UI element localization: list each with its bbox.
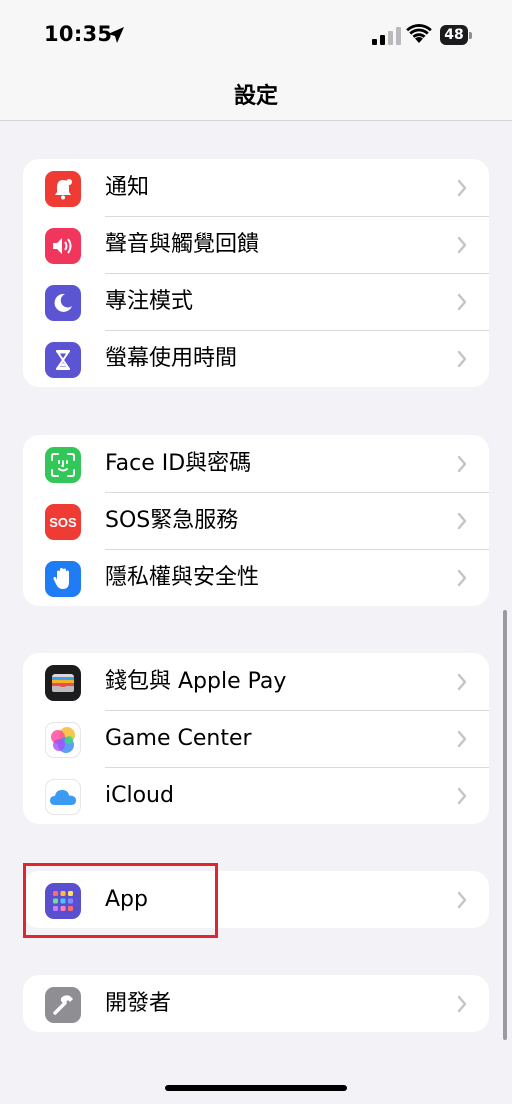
battery-level: 48: [440, 25, 468, 45]
row-label: 聲音與觸覺回饋: [105, 232, 260, 257]
hourglass-icon: [45, 342, 81, 378]
settings-row-sounds-haptics[interactable]: 聲音與觸覺回饋: [23, 216, 489, 273]
location-arrow-icon: [108, 27, 124, 43]
row-label: 專注模式: [105, 289, 194, 314]
settings-row-screen-time[interactable]: 螢幕使用時間: [23, 330, 489, 387]
chevron-right-icon: [457, 293, 467, 311]
settings-row-wallet[interactable]: 錢包與 Apple Pay: [23, 653, 489, 710]
home-indicator[interactable]: [165, 1085, 347, 1091]
chevron-right-icon: [457, 673, 467, 691]
settings-group-notifications: 通知 聲音與觸覺回饋 專注模式 螢幕使用時間: [23, 159, 489, 387]
row-label: 隱私權與安全性: [105, 565, 260, 590]
settings-row-apps[interactable]: App: [23, 871, 489, 928]
row-label: iCloud: [105, 783, 174, 808]
nav-bar: 設定: [0, 70, 512, 121]
cellular-signal-icon: [372, 27, 401, 45]
settings-row-notifications[interactable]: 通知: [23, 159, 489, 216]
settings-row-game-center[interactable]: Game Center: [23, 710, 489, 767]
wifi-icon: [406, 24, 432, 43]
icloud-icon: [45, 779, 81, 815]
speaker-icon: [45, 228, 81, 264]
settings-row-icloud[interactable]: iCloud: [23, 767, 489, 824]
row-label: SOS緊急服務: [105, 508, 239, 533]
chevron-right-icon: [457, 569, 467, 587]
chevron-right-icon: [457, 891, 467, 909]
row-label: 錢包與 Apple Pay: [105, 669, 287, 694]
chevron-right-icon: [457, 730, 467, 748]
status-bar: 10:35 48: [0, 0, 512, 70]
moon-icon: [45, 285, 81, 321]
sos-icon: SOS: [45, 504, 81, 540]
row-label: App: [105, 887, 148, 912]
settings-group-developer: 開發者: [23, 975, 489, 1032]
chevron-right-icon: [457, 455, 467, 473]
chevron-right-icon: [457, 350, 467, 368]
row-label: Face ID與密碼: [105, 451, 252, 476]
row-label: Game Center: [105, 726, 252, 751]
hammer-icon: [45, 987, 81, 1023]
chevron-right-icon: [457, 512, 467, 530]
settings-row-focus[interactable]: 專注模式: [23, 273, 489, 330]
face-id-icon: [45, 447, 81, 483]
row-label: 通知: [105, 175, 150, 200]
chevron-right-icon: [457, 179, 467, 197]
chevron-right-icon: [457, 995, 467, 1013]
chevron-right-icon: [457, 787, 467, 805]
status-time: 10:35: [44, 22, 113, 46]
settings-row-emergency-sos[interactable]: SOS SOS緊急服務: [23, 492, 489, 549]
bell-icon: [45, 171, 81, 207]
settings-group-apps: App: [23, 871, 489, 928]
chevron-right-icon: [457, 236, 467, 254]
apps-grid-icon: [45, 883, 81, 919]
wallet-icon: [45, 665, 81, 701]
page-title: 設定: [233, 84, 278, 109]
row-label: 開發者: [105, 991, 172, 1016]
row-label: 螢幕使用時間: [105, 346, 238, 371]
settings-row-privacy[interactable]: 隱私權與安全性: [23, 549, 489, 606]
scrollbar[interactable]: [503, 610, 507, 1040]
battery-icon: 48: [440, 25, 472, 45]
settings-row-developer[interactable]: 開發者: [23, 975, 489, 1032]
settings-row-face-id[interactable]: Face ID與密碼: [23, 435, 489, 492]
hand-icon: [45, 561, 81, 597]
game-center-icon: [45, 722, 81, 758]
settings-group-security: Face ID與密碼 SOS SOS緊急服務 隱私權與安全性: [23, 435, 489, 606]
settings-group-accounts: 錢包與 Apple Pay Game Center iCloud: [23, 653, 489, 824]
